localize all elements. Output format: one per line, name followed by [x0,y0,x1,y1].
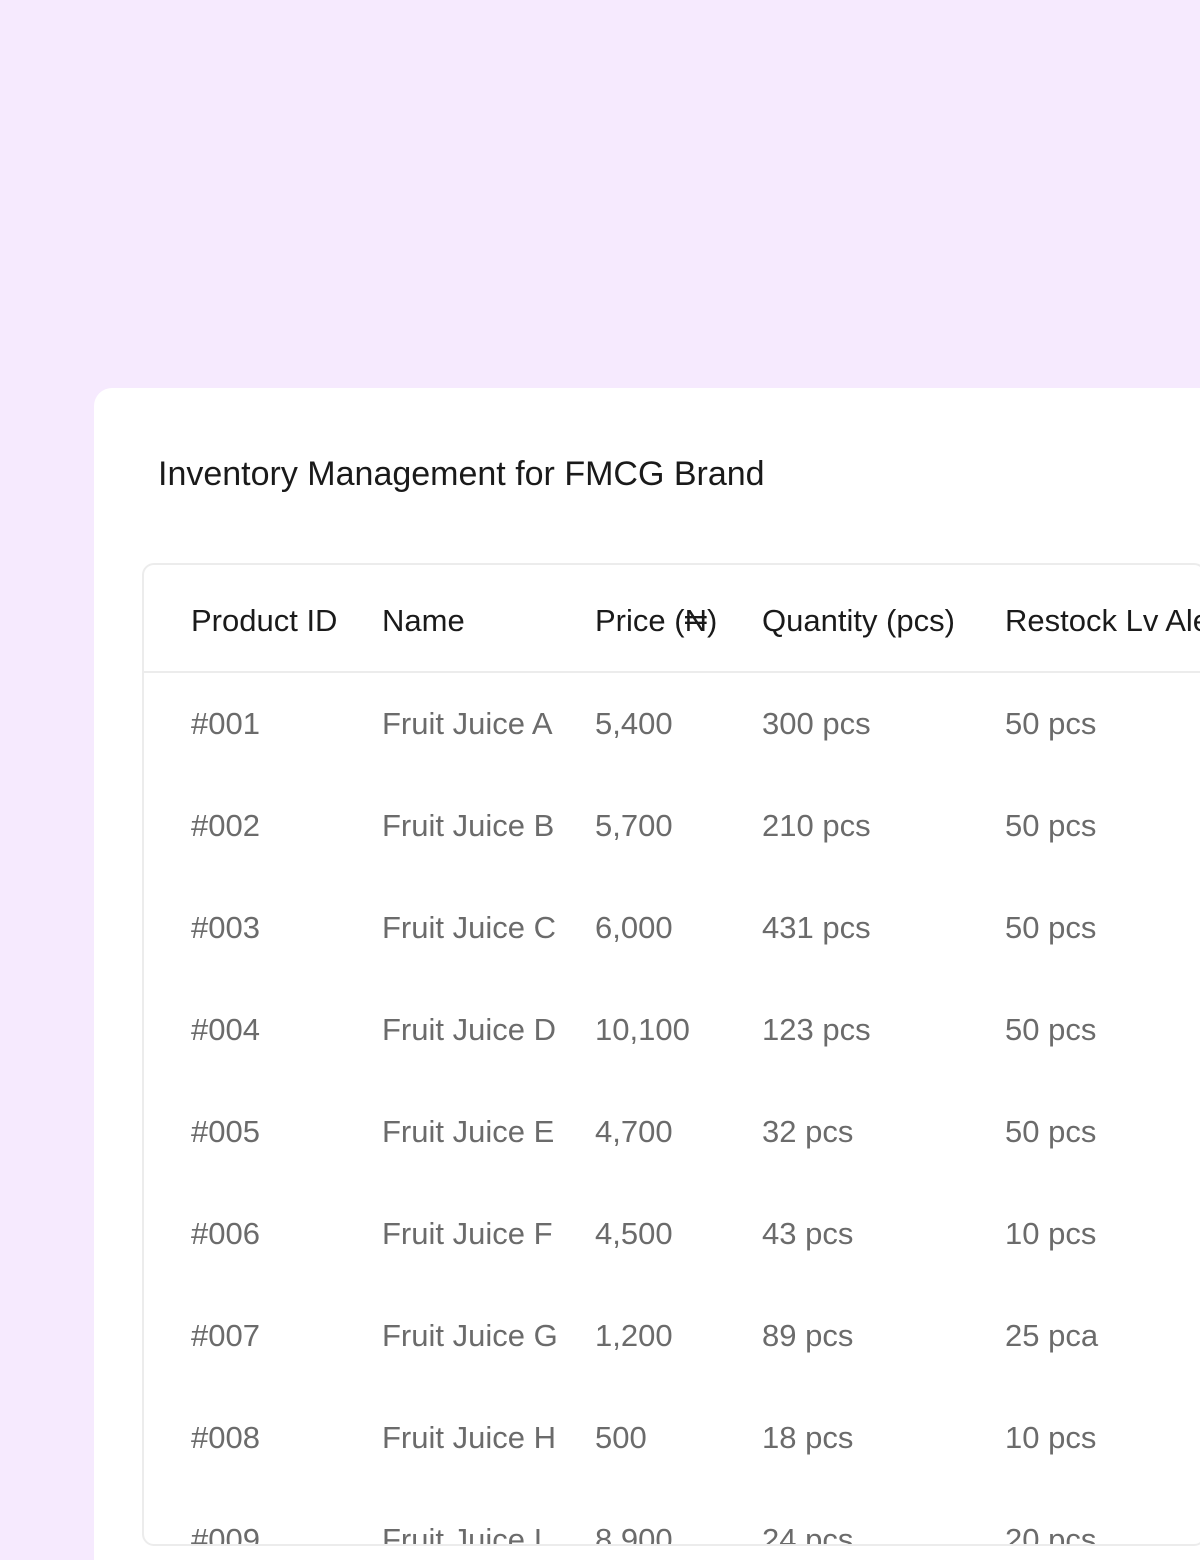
table-row[interactable]: #005 Fruit Juice E 4,700 32 pcs 50 pcs [144,1081,1200,1183]
card-title: Inventory Management for FMCG Brand [158,455,765,493]
product-name-cell: Fruit Juice A [382,706,553,741]
column-header-name[interactable]: Name [382,601,465,641]
product-name-cell: Fruit Juice D [382,1012,556,1047]
column-header-quantity[interactable]: Quantity (pcs) [762,601,955,641]
restock-level-cell: 10 pcs [1005,1420,1097,1455]
product-name-cell: Fruit Juice H [382,1420,556,1455]
quantity-cell: 431 pcs [762,910,871,945]
quantity-cell: 24 pcs [762,1522,854,1546]
table-row[interactable]: #008 Fruit Juice H 500 18 pcs 10 pcs [144,1387,1200,1489]
product-name-cell: Fruit Juice F [382,1216,553,1251]
product-name-cell: Fruit Juice B [382,808,555,843]
price-cell: 5,400 [595,706,673,741]
quantity-cell: 18 pcs [762,1420,854,1455]
price-cell: 4,500 [595,1216,673,1251]
product-id-cell: #008 [191,1420,260,1455]
restock-level-cell: 50 pcs [1005,808,1097,843]
restock-level-cell: 50 pcs [1005,1114,1097,1149]
restock-level-cell: 50 pcs [1005,706,1097,741]
restock-level-cell: 10 pcs [1005,1216,1097,1251]
table-row[interactable]: #002 Fruit Juice B 5,700 210 pcs 50 pcs [144,775,1200,877]
product-id-cell: #005 [191,1114,260,1149]
quantity-cell: 300 pcs [762,706,871,741]
column-header-product-id[interactable]: Product ID [191,601,337,641]
price-cell: 6,000 [595,910,673,945]
product-name-cell: Fruit Juice C [382,910,556,945]
product-id-cell: #009 [191,1522,260,1546]
restock-level-cell: 50 pcs [1005,910,1097,945]
quantity-cell: 123 pcs [762,1012,871,1047]
product-name-cell: Fruit Juice E [382,1114,555,1149]
table-row[interactable]: #007 Fruit Juice G 1,200 89 pcs 25 pca [144,1285,1200,1387]
table-row[interactable]: #003 Fruit Juice C 6,000 431 pcs 50 pcs [144,877,1200,979]
product-id-cell: #002 [191,808,260,843]
table-row[interactable]: #009 Fruit Juice I 8,900 24 pcs 20 pcs [144,1489,1200,1546]
quantity-cell: 210 pcs [762,808,871,843]
inventory-table: Product ID Name Price (₦) Quantity (pcs)… [142,563,1200,1546]
price-cell: 8,900 [595,1522,673,1546]
price-cell: 10,100 [595,1012,690,1047]
price-cell: 5,700 [595,808,673,843]
price-cell: 1,200 [595,1318,673,1353]
quantity-cell: 89 pcs [762,1318,854,1353]
quantity-cell: 43 pcs [762,1216,854,1251]
product-id-cell: #003 [191,910,260,945]
product-id-cell: #004 [191,1012,260,1047]
product-name-cell: Fruit Juice I [382,1522,543,1546]
inventory-card: Inventory Management for FMCG Brand Prod… [94,388,1200,1560]
product-id-cell: #001 [191,706,260,741]
restock-level-cell: 50 pcs [1005,1012,1097,1047]
column-header-restock-level-alert[interactable]: Restock Lv Ale [1005,601,1200,641]
product-id-cell: #006 [191,1216,260,1251]
table-row[interactable]: #006 Fruit Juice F 4,500 43 pcs 10 pcs [144,1183,1200,1285]
price-cell: 4,700 [595,1114,673,1149]
quantity-cell: 32 pcs [762,1114,854,1149]
product-name-cell: Fruit Juice G [382,1318,558,1353]
restock-level-cell: 25 pca [1005,1318,1099,1353]
table-header-row: Product ID Name Price (₦) Quantity (pcs)… [144,565,1200,673]
column-header-price[interactable]: Price (₦) [595,601,717,641]
table-row[interactable]: #004 Fruit Juice D 10,100 123 pcs 50 pcs [144,979,1200,1081]
price-cell: 500 [595,1420,647,1455]
table-row[interactable]: #001 Fruit Juice A 5,400 300 pcs 50 pcs [144,673,1200,775]
product-id-cell: #007 [191,1318,260,1353]
restock-level-cell: 20 pcs [1005,1522,1097,1546]
